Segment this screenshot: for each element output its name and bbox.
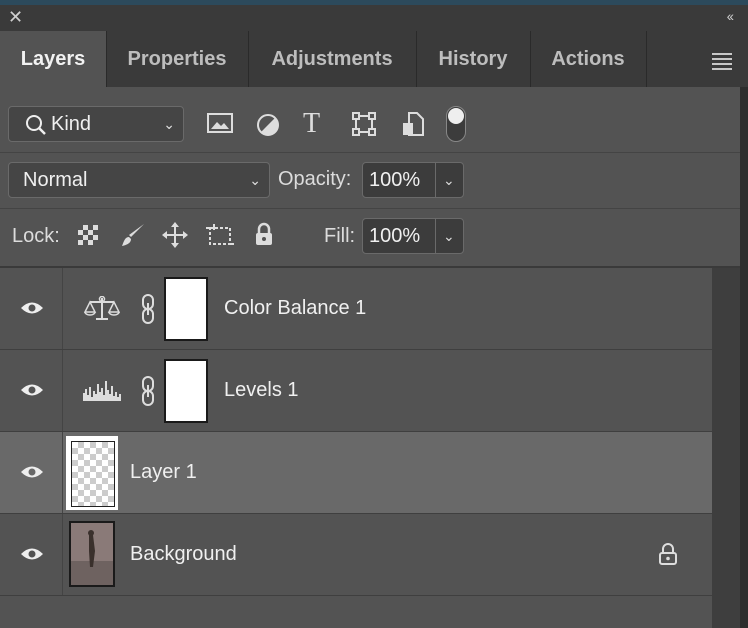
layer-mask-thumbnail[interactable] — [164, 277, 208, 341]
window-edge — [740, 87, 748, 628]
collapse-icon[interactable]: ‹‹ — [727, 8, 734, 24]
layer-name: Layer 1 — [130, 461, 197, 483]
divider — [435, 163, 436, 197]
layer-row-color-balance[interactable]: Color Balance 1 — [0, 268, 712, 350]
panel-menu-icon[interactable] — [712, 53, 732, 73]
fill-field[interactable]: 100% ⌄ — [362, 218, 464, 254]
blend-mode-dropdown[interactable]: Normal ⌄ — [8, 162, 270, 198]
filter-toggle-icon[interactable] — [446, 106, 466, 142]
layer-name: Levels 1 — [224, 379, 299, 401]
layer-name: Color Balance 1 — [224, 297, 367, 319]
opacity-field[interactable]: 100% ⌄ — [362, 162, 464, 198]
photo-thumbnail[interactable] — [69, 521, 115, 587]
panel-tabs: Layers Properties Adjustments History Ac… — [0, 31, 748, 87]
visibility-toggle[interactable] — [0, 268, 63, 349]
layer-thumbnail[interactable] — [66, 436, 118, 510]
fill-value[interactable]: 100% — [369, 219, 420, 253]
levels-icon — [83, 381, 121, 401]
lock-label: Lock: — [12, 225, 60, 247]
link-icon[interactable] — [140, 294, 156, 324]
transparency-checkerboard — [71, 441, 115, 507]
opacity-value[interactable]: 100% — [369, 163, 420, 197]
filter-kind-dropdown[interactable]: Kind ⌄ — [8, 106, 184, 142]
chevron-down-icon[interactable]: ⌄ — [443, 219, 455, 253]
visibility-toggle[interactable] — [0, 432, 63, 513]
chevron-down-icon[interactable]: ⌄ — [443, 163, 455, 197]
lock-position-icon[interactable] — [162, 222, 188, 248]
tab-properties[interactable]: Properties — [106, 31, 249, 87]
shape-filter-icon[interactable] — [352, 112, 376, 136]
visibility-toggle[interactable] — [0, 514, 63, 595]
tab-history[interactable]: History — [416, 31, 531, 87]
opacity-label: Opacity: — [278, 168, 352, 190]
lock-paint-icon[interactable] — [120, 222, 146, 248]
chevron-down-icon: ⌄ — [249, 172, 261, 188]
divider — [435, 219, 436, 253]
blend-mode-value: Normal — [23, 169, 88, 191]
eye-icon[interactable] — [20, 464, 44, 480]
color-balance-icon — [84, 296, 120, 320]
search-icon — [26, 115, 46, 135]
layer-row-background[interactable]: Background — [0, 514, 712, 596]
eye-icon[interactable] — [20, 382, 44, 398]
image-filter-icon[interactable] — [207, 113, 233, 135]
panel-titlebar: ✕ ‹‹ — [0, 5, 748, 31]
tab-layers[interactable]: Layers — [0, 31, 107, 87]
lock-transparent-icon[interactable] — [77, 224, 99, 246]
lock-icon[interactable] — [658, 542, 678, 566]
fill-label: Fill: — [324, 225, 356, 247]
link-icon[interactable] — [140, 376, 156, 406]
eye-icon[interactable] — [20, 546, 44, 562]
divider — [0, 152, 748, 153]
adjustment-filter-icon[interactable] — [256, 113, 280, 137]
close-icon[interactable]: ✕ — [8, 7, 23, 27]
filter-kind-label: Kind — [51, 113, 92, 135]
layer-row-layer-1[interactable]: Layer 1 — [0, 432, 712, 514]
type-filter-icon[interactable]: T — [303, 108, 320, 140]
layer-row-levels[interactable]: Levels 1 — [0, 350, 712, 432]
layer-name: Background — [130, 543, 237, 565]
tab-actions[interactable]: Actions — [530, 31, 647, 87]
chevron-down-icon: ⌄ — [163, 116, 175, 132]
visibility-toggle[interactable] — [0, 350, 63, 431]
divider — [0, 208, 748, 209]
tab-adjustments[interactable]: Adjustments — [248, 31, 417, 87]
lock-all-icon[interactable] — [254, 222, 274, 246]
eye-icon[interactable] — [20, 300, 44, 316]
smart-object-filter-icon[interactable] — [402, 112, 424, 136]
layers-list: Color Balance 1 Levels 1 Layer 1 Backgro… — [0, 268, 712, 598]
layer-mask-thumbnail[interactable] — [164, 359, 208, 423]
lock-artboard-icon[interactable] — [206, 222, 234, 248]
